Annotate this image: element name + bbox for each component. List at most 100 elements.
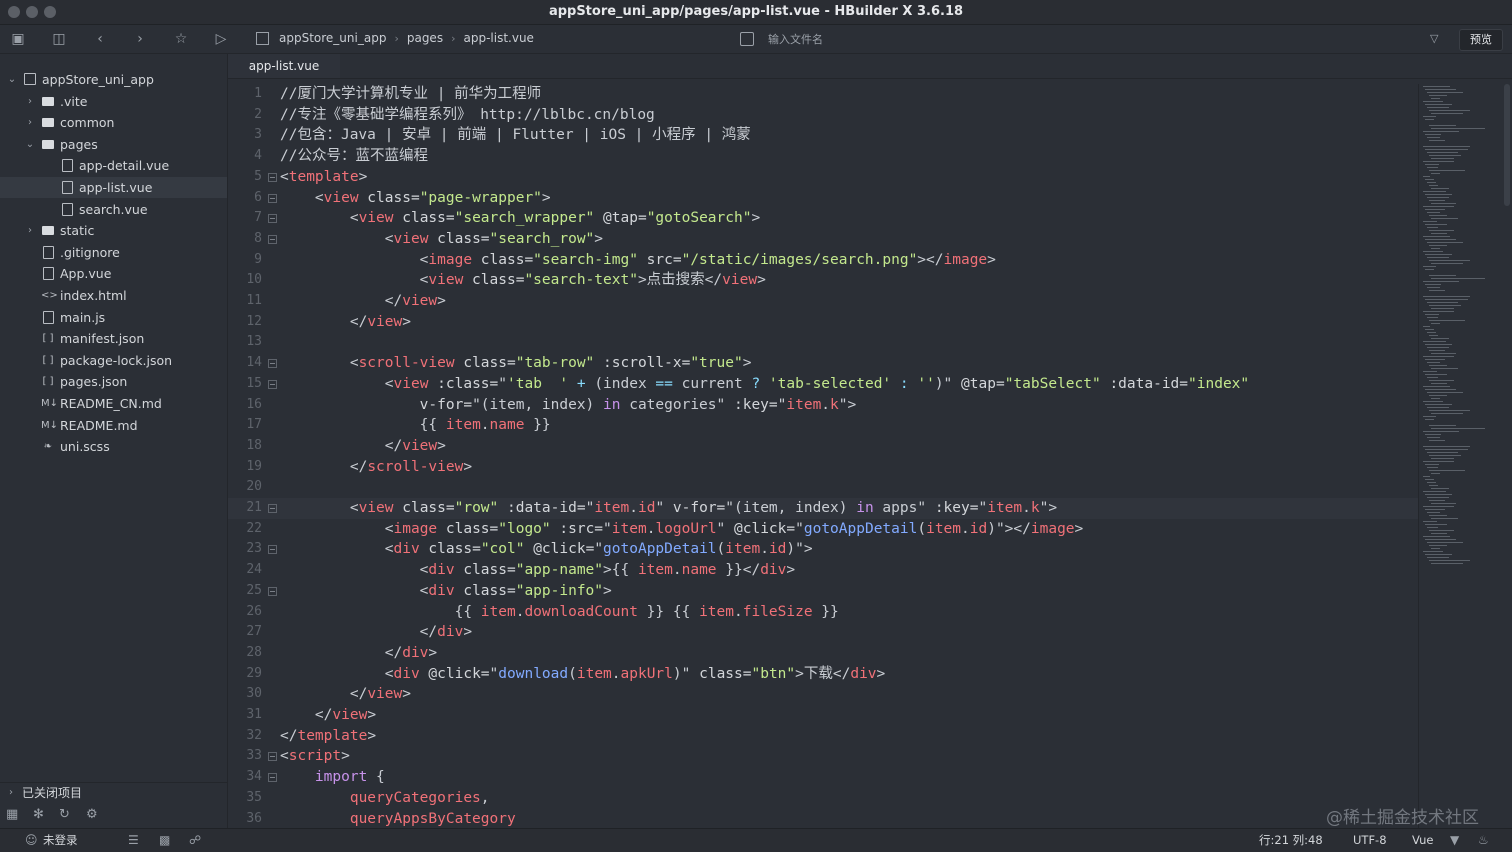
fold-toggle-icon[interactable] (268, 214, 277, 224)
tree-item[interactable]: .gitignore (0, 242, 227, 263)
new-file-icon[interactable]: ▣ (8, 29, 28, 49)
debug-icon[interactable]: ✻ (33, 807, 44, 822)
code-line[interactable]: 28 </div> (228, 643, 1418, 664)
fold-toggle-icon[interactable] (268, 504, 277, 513)
back-icon[interactable]: ‹ (90, 29, 110, 49)
code-line[interactable]: 31 </view> (228, 705, 1418, 726)
code-line[interactable]: 11 </view> (228, 291, 1418, 312)
fold-toggle-icon[interactable] (268, 172, 277, 182)
code-line[interactable]: 14 <scroll-view class="tab-row" :scroll-… (228, 353, 1418, 374)
code-line[interactable]: 4 //公众号：蓝不蓝编程 (228, 146, 1418, 167)
chevron-right-icon[interactable]: › (24, 112, 36, 133)
tree-item[interactable]: [ ] package-lock.json (0, 350, 227, 371)
tree-item[interactable]: app-list.vue (0, 177, 227, 198)
code-editor[interactable]: 1 //厦门大学计算机专业 | 前华为工程师 2 //专注《零基础学编程系列》 htt… (228, 84, 1418, 828)
chevron-right-icon[interactable]: › (24, 91, 36, 112)
code-line[interactable]: 7 <view class="search_wrapper" @tap="got… (228, 208, 1418, 229)
code-line[interactable]: 10 <view class="search-text">点击搜索</view> (228, 270, 1418, 291)
code-line[interactable]: 23 <div class="col" @click="gotoAppDetai… (228, 539, 1418, 560)
fold-toggle-icon[interactable] (268, 773, 277, 783)
editor-scrollbar[interactable] (1504, 84, 1510, 206)
chevron-right-icon[interactable]: › (24, 220, 36, 241)
breadcrumb-project[interactable]: appStore_uni_app (279, 31, 386, 45)
download-icon[interactable]: ▼ (1450, 829, 1459, 852)
code-line[interactable]: 36 queryAppsByCategory (228, 809, 1418, 829)
fold-toggle-icon[interactable] (268, 379, 277, 389)
plugin-icon[interactable]: ⚙ (86, 807, 98, 822)
tree-item[interactable]: M↓ README.md (0, 415, 227, 436)
outline-icon[interactable]: ☰ (128, 829, 139, 852)
code-line[interactable]: 29 <div @click="download(item.apkUrl)" c… (228, 664, 1418, 685)
tree-item[interactable]: App.vue (0, 263, 227, 284)
tree-item[interactable]: ⌄ appStore_uni_app (0, 69, 227, 90)
encoding-indicator[interactable]: UTF-8 (1353, 829, 1387, 852)
language-mode[interactable]: Vue (1412, 829, 1433, 852)
code-line[interactable]: 15 <view :class="'tab ' + (index == curr… (228, 374, 1418, 395)
code-line[interactable]: 34 import { (228, 767, 1418, 788)
breadcrumb-file[interactable]: app-list.vue (463, 31, 533, 45)
folder-icon[interactable]: ▦ (6, 807, 18, 822)
code-line[interactable]: 9 <image class="search-img" src="/static… (228, 250, 1418, 271)
minimap[interactable] (1418, 84, 1501, 828)
tree-item[interactable]: ⌄ pages (0, 134, 227, 155)
code-line[interactable]: 13 (228, 332, 1418, 353)
code-line[interactable]: 30 </view> (228, 684, 1418, 705)
run-icon[interactable]: ▷ (211, 29, 231, 49)
fold-toggle-icon[interactable] (268, 752, 277, 762)
chevron-down-icon[interactable]: ⌄ (6, 69, 18, 90)
tree-item[interactable]: ❧ uni.scss (0, 436, 227, 457)
star-icon[interactable]: ☆ (171, 29, 191, 49)
tab-app-list[interactable]: app-list.vue (228, 54, 340, 79)
code-line[interactable]: 6 <view class="page-wrapper"> (228, 188, 1418, 209)
closed-projects-item[interactable]: › 已关闭项目 (0, 782, 227, 803)
browser-icon[interactable]: ☍ (189, 829, 201, 852)
code-line[interactable]: 12 </view> (228, 312, 1418, 333)
fold-toggle-icon[interactable] (268, 545, 277, 555)
code-line[interactable]: 19 </scroll-view> (228, 457, 1418, 478)
tree-item[interactable]: search.vue (0, 199, 227, 220)
code-line[interactable]: 33 <script> (228, 746, 1418, 767)
code-line[interactable]: 24 <div class="app-name">{{ item.name }}… (228, 560, 1418, 581)
source-control-icon[interactable]: ↻ (59, 807, 70, 822)
code-line[interactable]: 20 (228, 477, 1418, 498)
code-line[interactable]: 35 queryCategories, (228, 788, 1418, 809)
fold-toggle-icon[interactable] (268, 586, 277, 596)
code-line[interactable]: 32 </template> (228, 726, 1418, 747)
code-line[interactable]: 25 <div class="app-info"> (228, 581, 1418, 602)
code-line[interactable]: 8 <view class="search_row"> (228, 229, 1418, 250)
code-line[interactable]: 5 <template> (228, 167, 1418, 188)
fold-toggle-icon[interactable] (268, 359, 277, 369)
tree-item[interactable]: [ ] manifest.json (0, 328, 227, 349)
preview-button[interactable]: 预览 (1459, 29, 1503, 51)
tree-item[interactable]: › static (0, 220, 227, 241)
code-line[interactable]: 22 <image class="logo" :src="item.logoUr… (228, 519, 1418, 540)
save-icon[interactable]: ◫ (49, 29, 69, 49)
tree-item[interactable]: › common (0, 112, 227, 133)
code-line[interactable]: 27 </div> (228, 622, 1418, 643)
code-line[interactable]: 21 <view class="row" :data-id="item.id" … (228, 498, 1418, 519)
filter-icon[interactable]: ▽ (1430, 32, 1438, 45)
tree-item[interactable]: › .vite (0, 91, 227, 112)
code-line[interactable]: 26 {{ item.downloadCount }} {{ item.file… (228, 602, 1418, 623)
code-line[interactable]: 3 //包含：Java | 安卓 | 前端 | Flutter | iOS | 小… (228, 125, 1418, 146)
code-line[interactable]: 16 v-for="(item, index) in categories" :… (228, 395, 1418, 416)
code-line[interactable]: 2 //专注《零基础学编程系列》 http://lblbc.cn/blog (228, 105, 1418, 126)
code-line[interactable]: 17 {{ item.name }} (228, 415, 1418, 436)
code-line[interactable]: 1 //厦门大学计算机专业 | 前华为工程师 (228, 84, 1418, 105)
tree-item[interactable]: app-detail.vue (0, 155, 227, 176)
fold-toggle-icon[interactable] (268, 193, 277, 203)
terminal-icon[interactable]: ▩ (159, 829, 170, 852)
chevron-down-icon[interactable]: ⌄ (24, 134, 36, 155)
breadcrumb-folder[interactable]: pages (407, 31, 443, 45)
notification-bell-icon[interactable]: ♨ (1478, 829, 1489, 852)
code-line[interactable]: 18 </view> (228, 436, 1418, 457)
forward-icon[interactable]: › (130, 29, 150, 49)
file-search-input[interactable]: 输入文件名 (740, 31, 823, 47)
cursor-position[interactable]: 行:21 列:48 (1259, 829, 1323, 852)
tree-item[interactable]: [ ] pages.json (0, 371, 227, 392)
login-status[interactable]: 未登录 (43, 829, 78, 852)
tree-item[interactable]: main.js (0, 307, 227, 328)
tree-item[interactable]: M↓ README_CN.md (0, 393, 227, 414)
fold-toggle-icon[interactable] (268, 234, 277, 244)
tree-item[interactable]: <> index.html (0, 285, 227, 306)
